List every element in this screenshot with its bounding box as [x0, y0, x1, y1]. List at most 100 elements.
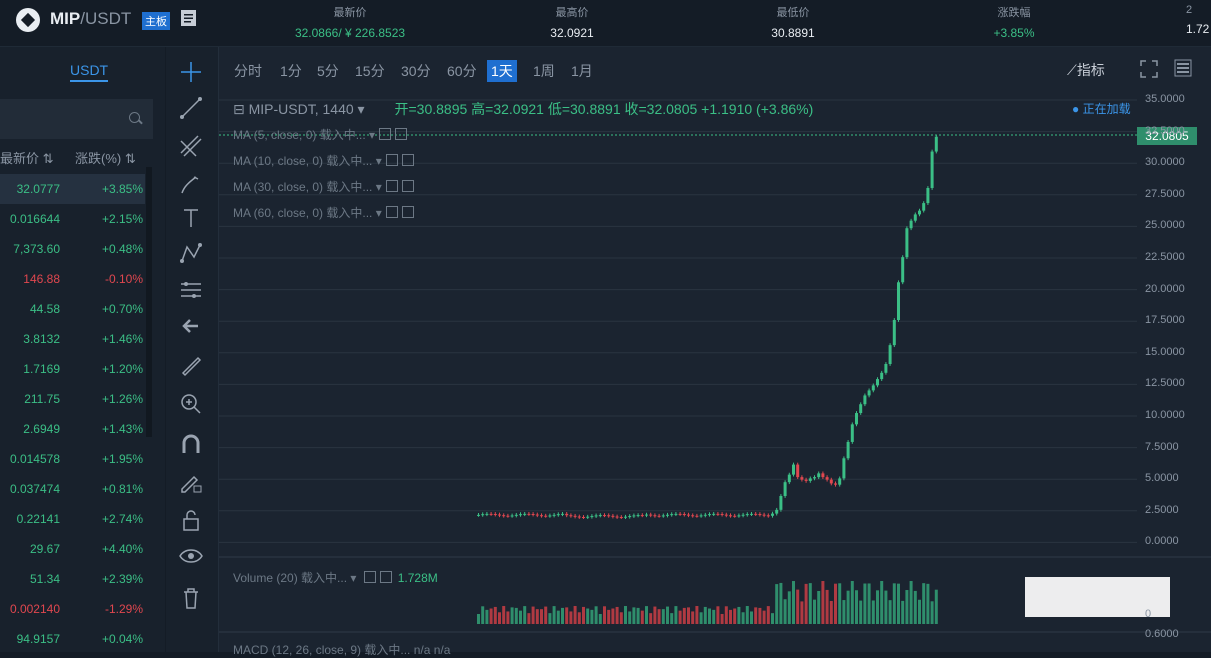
trash-icon[interactable] [178, 585, 204, 611]
timeframe-tab[interactable]: 1月 [571, 61, 593, 81]
timeframe-tab[interactable]: 15分 [355, 61, 385, 81]
lock-draw-icon[interactable] [178, 469, 204, 495]
macd-legend[interactable]: MACD (12, 26, close, 9) 载入中... n/a n/a [233, 641, 450, 658]
ma-legend-label: MA (30, close, 0) 载入中... [233, 180, 373, 194]
settings-icon[interactable] [363, 571, 376, 583]
candle [481, 514, 485, 516]
market-list-item[interactable]: 0.037474 +0.81% [0, 474, 145, 504]
close-icon[interactable] [401, 180, 414, 192]
candle [645, 514, 648, 516]
brush-icon[interactable] [178, 171, 204, 197]
volume-bar [611, 608, 615, 624]
market-list-item[interactable]: 1.7169 +1.20% [0, 354, 145, 384]
ma-legend-row[interactable]: MA (30, close, 0) 载入中... ▾ [233, 178, 414, 195]
collapse-icon[interactable]: ⊟ [233, 101, 245, 117]
candle [775, 509, 779, 514]
market-list-item[interactable]: 0.002140 -1.29% [0, 594, 145, 624]
ma-legend-row[interactable]: MA (5, close, 0) 载入中... ▾ [233, 126, 408, 143]
close-icon[interactable] [401, 154, 414, 166]
market-price: 32.0777 [16, 182, 60, 196]
magnet-icon[interactable] [178, 431, 204, 457]
crosshair-icon[interactable] [178, 59, 204, 85]
main-series-legend[interactable]: ⊟ MIP-USDT, 1440 ▾ 开=30.8895 高=32.0921 低… [233, 99, 813, 119]
indicator-button[interactable]: ⟋指标 [1067, 60, 1105, 80]
candle [661, 515, 665, 517]
settings-icon[interactable] [385, 180, 398, 192]
eye-icon[interactable] [178, 543, 204, 569]
sidebar-scrollbar[interactable] [146, 167, 152, 437]
stat-last-price: 最新价 32.0866/ ¥ 226.8523 [294, 7, 406, 40]
ma-legend-row[interactable]: MA (10, close, 0) 载入中... ▾ [233, 152, 414, 169]
candle [582, 517, 585, 519]
market-list-item[interactable]: 32.0777 +3.85% [0, 174, 145, 204]
close-icon[interactable] [395, 128, 408, 140]
fib-icon[interactable] [178, 133, 204, 159]
candle [682, 514, 686, 516]
market-list-item[interactable]: 29.67 +4.40% [0, 534, 145, 564]
candle [708, 514, 711, 516]
tab-usdt[interactable]: USDT [70, 62, 109, 82]
layout-icon[interactable] [1174, 59, 1192, 77]
close-icon[interactable] [379, 571, 392, 583]
market-list-item[interactable]: 0.22141 +2.74% [0, 504, 145, 534]
unlock-icon[interactable] [178, 507, 204, 533]
candle [712, 513, 716, 515]
measure-lines-icon[interactable] [178, 277, 204, 303]
zoom-in-icon[interactable] [178, 391, 204, 417]
col-header-change[interactable]: 涨跌(%) ⇅ [75, 148, 136, 167]
timeframe-tab[interactable]: 1分 [280, 61, 302, 81]
search-icon[interactable] [129, 112, 140, 123]
settings-icon[interactable] [385, 154, 398, 166]
timeframe-tab[interactable]: 5分 [317, 61, 339, 81]
document-icon[interactable] [180, 9, 197, 27]
candle [565, 513, 569, 516]
candle [640, 515, 644, 517]
market-change: +0.48% [101, 242, 143, 256]
pattern-icon[interactable] [178, 241, 204, 267]
timeframe-tab[interactable]: 分时 [234, 61, 262, 81]
ma-legend-row[interactable]: MA (60, close, 0) 载入中... ▾ [233, 204, 414, 221]
back-arrow-icon[interactable] [178, 313, 204, 339]
ruler-icon[interactable] [178, 353, 204, 379]
market-list-item[interactable]: 211.75 +1.26% [0, 384, 145, 414]
close-icon[interactable] [401, 206, 414, 218]
volume-bar [880, 581, 884, 624]
drawing-toolbar [166, 47, 219, 652]
pair-title[interactable]: MIP/USDT [50, 9, 131, 29]
candle [561, 513, 564, 515]
market-price: 3.8132 [23, 332, 60, 346]
timeframe-tab[interactable]: 30分 [401, 61, 431, 81]
fullscreen-icon[interactable] [1140, 60, 1158, 78]
ma-legend-label: MA (60, close, 0) 载入中... [233, 206, 373, 220]
volume-bar [594, 606, 598, 624]
candle [598, 515, 602, 517]
volume-bar [695, 606, 699, 624]
market-sidebar: USDT 最新价 ⇅ 涨跌(%) ⇅ 32.0777 +3.85% 0.016644… [0, 47, 165, 652]
market-list-item[interactable]: 0.016644 +2.15% [0, 204, 145, 234]
market-list-item[interactable]: 94.9157 +0.04% [0, 624, 145, 654]
market-list-item[interactable]: 3.8132 +1.46% [0, 324, 145, 354]
market-list-item[interactable]: 2.6949 +1.43% [0, 414, 145, 444]
candle [892, 320, 896, 346]
volume-bar [661, 609, 665, 624]
market-list-item[interactable]: 7,373.60 +0.48% [0, 234, 145, 264]
market-price: 211.75 [24, 392, 60, 406]
stat-volume: 2 1.72 [1186, 4, 1210, 36]
market-list-item[interactable]: 0.014578 +1.95% [0, 444, 145, 474]
chart-area[interactable]: 分时 1分 5分 15分 30分 60分 1天 1周 1月 ⟋指标 ⊟ MIP-USDT, 14… [219, 47, 1211, 657]
trend-line-icon[interactable] [178, 95, 204, 121]
market-list-item[interactable]: 51.34 +2.39% [0, 564, 145, 594]
candle [691, 515, 695, 517]
candle [817, 473, 821, 478]
settings-icon[interactable] [379, 128, 392, 140]
timeframe-tab[interactable]: 1周 [533, 61, 555, 81]
candle [674, 513, 678, 515]
market-list-item[interactable]: 44.58 +0.70% [0, 294, 145, 324]
col-header-price[interactable]: 最新价 ⇅ [0, 148, 54, 167]
volume-legend[interactable]: Volume (20) 载入中... ▾ 1.728M [233, 569, 438, 586]
market-list-item[interactable]: 146.88 -0.10% [0, 264, 145, 294]
timeframe-tab[interactable]: 1天 [487, 60, 517, 82]
text-icon[interactable] [178, 205, 204, 231]
settings-icon[interactable] [385, 206, 398, 218]
timeframe-tab[interactable]: 60分 [447, 61, 477, 81]
